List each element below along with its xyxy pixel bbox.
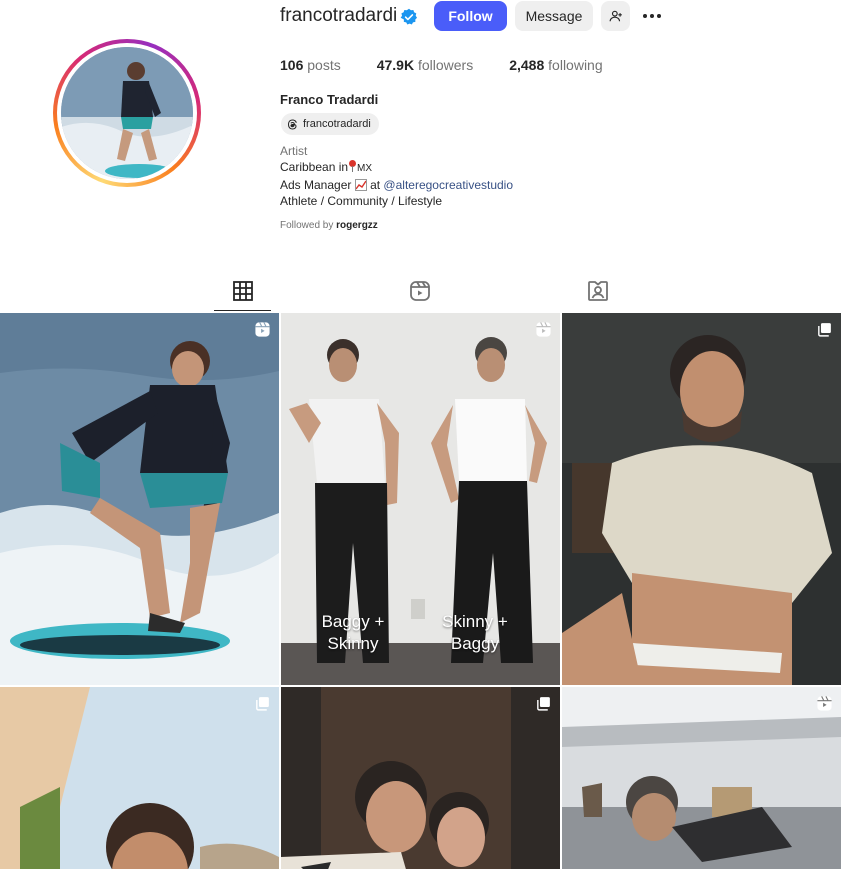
posts-count: 106: [280, 57, 304, 73]
suggested-users-button[interactable]: [601, 1, 630, 31]
followed-by-label: Followed by: [280, 220, 334, 231]
bio-line-job: Ads Manager at @alteregocreativestudio: [280, 177, 513, 193]
more-dot: [657, 14, 661, 18]
post-tile[interactable]: [562, 687, 841, 869]
avatar-border: [57, 43, 197, 183]
bio-line-location: Caribbean in MX: [280, 159, 513, 177]
profile-bio: Artist Caribbean in MX Ads Manager at @al…: [280, 143, 513, 209]
bio-job-title: Ads Manager: [280, 178, 352, 192]
profile-category: Artist: [280, 144, 308, 158]
reels-icon: [255, 322, 270, 337]
threads-icon: [288, 119, 297, 129]
threads-link[interactable]: francotradardi: [281, 113, 379, 135]
more-dot: [650, 14, 654, 18]
following-stat[interactable]: 2,488 following: [509, 57, 602, 73]
follow-button[interactable]: Follow: [434, 1, 507, 31]
bio-location-text: Caribbean in: [280, 160, 349, 174]
post-caption-right: Skinny + Baggy: [442, 612, 508, 653]
followed-by: Followed by rogergzz: [280, 220, 378, 231]
profile-username: francotradardi: [280, 5, 398, 26]
post-tile[interactable]: [0, 687, 279, 869]
tab-active-indicator: [214, 310, 271, 311]
post-tile[interactable]: [281, 687, 560, 869]
posts-count-stat: 106 posts: [280, 57, 341, 73]
message-button[interactable]: Message: [515, 1, 593, 31]
more-options-button[interactable]: [640, 9, 664, 23]
post-tile[interactable]: [562, 313, 841, 685]
post-crossfit-image: [562, 687, 841, 869]
post-tile[interactable]: [0, 313, 279, 685]
followers-count: 47.9K: [376, 57, 415, 73]
post-tile[interactable]: Baggy + Skinny Skinny + Baggy: [281, 313, 560, 685]
profile-stats: 106 posts 47.9K followers 2,488 followin…: [280, 57, 639, 73]
pin-emoji-icon: [348, 160, 357, 172]
profile-full-name: Franco Tradardi: [280, 92, 379, 107]
posts-label: posts: [307, 57, 341, 73]
tab-posts-grid-icon[interactable]: [231, 279, 255, 303]
avatar-surfer-image: [61, 47, 193, 179]
reels-icon: [817, 696, 832, 711]
reels-icon: [536, 322, 551, 337]
bio-job-at: at: [370, 178, 381, 192]
profile-avatar[interactable]: [53, 39, 201, 187]
post-surfing-image: [0, 313, 279, 685]
chart-emoji-icon: [354, 179, 367, 191]
add-user-icon: [609, 10, 622, 22]
post-beach-portrait-image: [0, 687, 279, 869]
tab-tagged-icon[interactable]: [586, 279, 610, 303]
tab-reels-icon[interactable]: [408, 279, 432, 303]
following-count: 2,488: [509, 57, 545, 73]
bio-line-interests: Athlete / Community / Lifestyle: [280, 194, 443, 208]
followers-stat[interactable]: 47.9K followers: [377, 57, 474, 73]
post-caption-left: Baggy + Skinny: [321, 612, 385, 653]
post-couple-image: [281, 687, 560, 869]
carousel-icon: [537, 697, 550, 711]
carousel-icon: [256, 697, 269, 711]
threads-handle: francotradardi: [303, 118, 371, 130]
followed-by-user[interactable]: rogergzz: [336, 220, 378, 231]
avatar-photo: [61, 47, 193, 179]
verified-badge-icon: [400, 8, 418, 25]
bio-location-country: MX: [357, 163, 373, 174]
followers-label: followers: [417, 57, 474, 73]
bio-mention-link[interactable]: @alteregocreativestudio: [383, 178, 513, 192]
post-gym-image: [562, 313, 841, 685]
following-label: following: [548, 57, 603, 73]
carousel-icon: [818, 323, 831, 337]
more-dot: [643, 14, 647, 18]
